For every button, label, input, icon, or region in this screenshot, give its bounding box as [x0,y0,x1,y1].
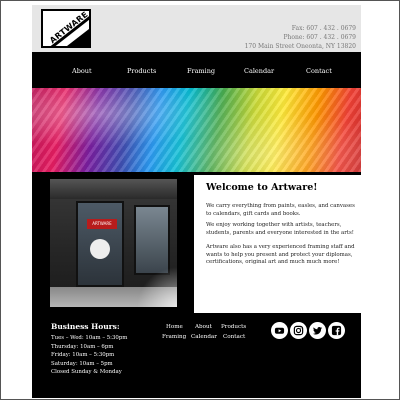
footer-link-products[interactable]: Products [221,324,246,330]
community-paragraph: We enjoy working together with artists, … [206,222,354,236]
site-footer: Business Hours: Tues – Wed: 10am – 5:30p… [32,313,361,398]
phone-number: Phone: 607 . 432 . 0679 [283,34,356,41]
main-nav: About Products Framing Calendar Contact [32,52,361,88]
nav-item-products[interactable]: Products [127,67,156,75]
hours-line: Friday: 10am – 5:30pm [51,352,115,358]
hours-line: Saturday: 10am – 5pm [51,360,113,367]
hours-line: Closed Sunday & Monday [51,369,122,375]
footer-link-calendar[interactable]: Calendar [191,334,217,340]
nav-item-calendar[interactable]: Calendar [244,67,274,75]
colorful-banner-image [32,88,361,172]
footer-link-contact[interactable]: Contact [223,334,245,340]
footer-link-framing[interactable]: Framing [162,334,186,340]
framing-paragraph: Artware also has a very experienced fram… [206,244,355,266]
site-header: ARTWARE Fax: 607 . 432 . 0679 Phone: 607… [32,5,361,52]
footer-link-about[interactable]: About [195,324,212,330]
artware-logo[interactable]: ARTWARE [41,9,91,48]
footer-link-home[interactable]: Home [166,324,183,330]
storefront-sign: ARTWARE [87,219,117,229]
fax-number: Fax: 607 . 432 . 0679 [291,25,356,32]
storefront-photo-area: ARTWARE [32,175,194,313]
welcome-section: Welcome to Artware! We carry everything … [194,175,361,313]
intro-paragraph: We carry everything from paints, easles,… [206,203,355,217]
youtube-icon[interactable] [271,322,288,339]
storefront-photo: ARTWARE [50,179,177,307]
website-page: ARTWARE Fax: 607 . 432 . 0679 Phone: 607… [32,5,361,398]
street-address: 170 Main Street Oneonta, NY 13820 [244,43,356,50]
main-content: ARTWARE Welcome to Artware! We carry eve… [32,175,361,313]
hours-line: Tues – Wed: 10am – 5:30pm [51,335,128,341]
business-hours-list: Tues – Wed: 10am – 5:30pm Thursday: 10am… [51,334,127,377]
business-hours-title: Business Hours: [51,322,120,331]
hours-line: Thursday: 10am – 6pm [51,343,114,350]
welcome-title: Welcome to Artware! [206,182,318,193]
facebook-icon[interactable] [328,322,345,339]
nav-item-framing[interactable]: Framing [187,67,215,75]
nav-item-about[interactable]: About [72,67,92,75]
instagram-icon[interactable] [290,322,307,339]
contact-info: Fax: 607 . 432 . 0679 Phone: 607 . 432 .… [245,24,356,51]
twitter-icon[interactable] [309,322,326,339]
nav-item-contact[interactable]: Contact [306,67,332,75]
